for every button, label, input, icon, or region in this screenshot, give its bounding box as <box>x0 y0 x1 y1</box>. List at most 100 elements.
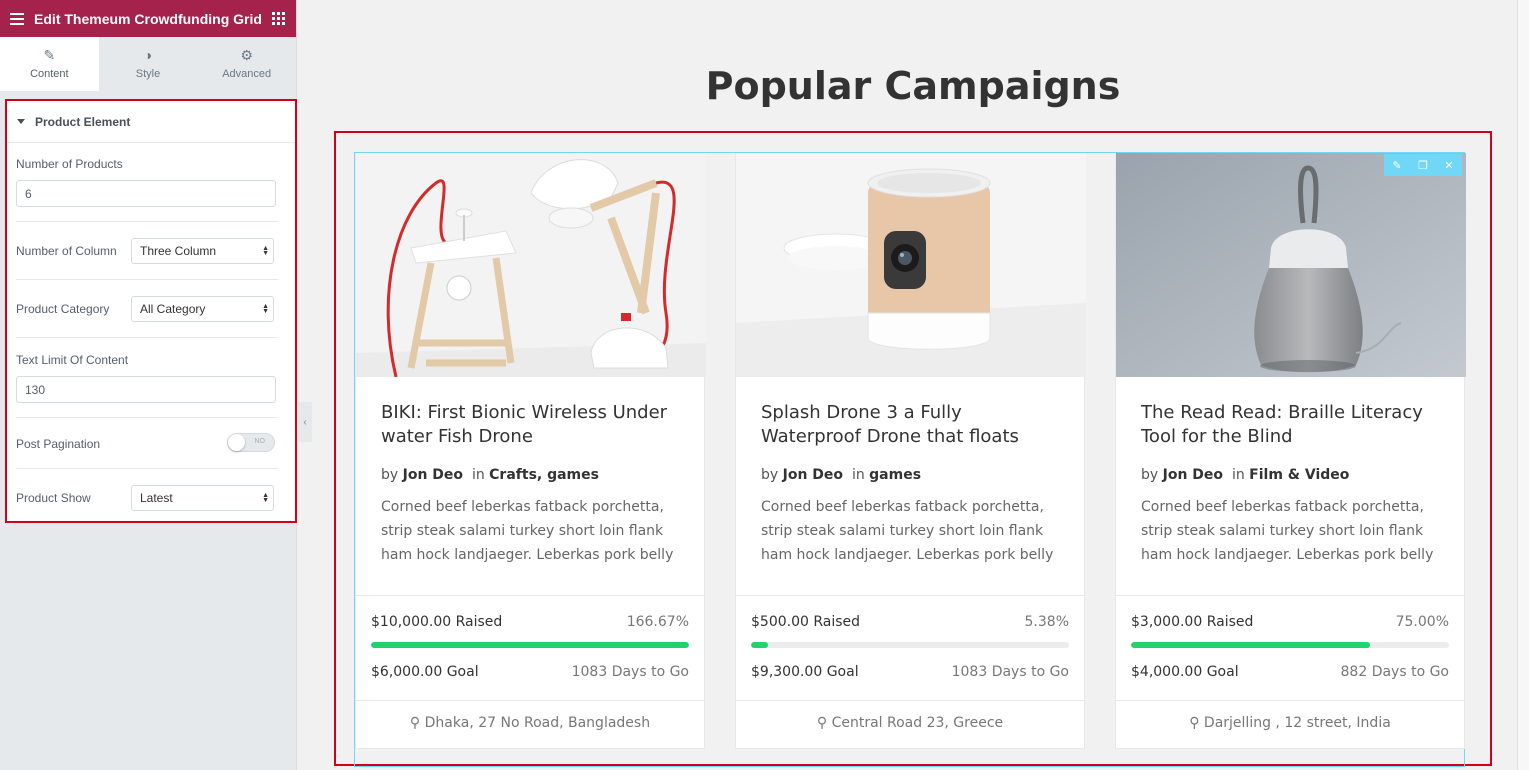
home-camera-image[interactable] <box>736 153 1086 377</box>
campaign-card: The Read Read: Braille Literacy Tool for… <box>1115 153 1466 749</box>
funded-percent: 75.00% <box>1395 614 1449 630</box>
campaign-title-link[interactable]: BIKI: First Bionic Wireless Under water … <box>381 401 679 455</box>
progress-bar <box>751 642 1069 648</box>
page-title: Popular Campaigns <box>705 64 1121 108</box>
category-link[interactable]: Film & Video <box>1249 467 1349 483</box>
panel-tabs: ✎ Content ◑ Style ⚙ Advanced <box>0 37 296 91</box>
location-text: Dhaka, 27 No Road, Bangladesh <box>424 715 651 731</box>
location-text: Darjelling , 12 street, India <box>1203 715 1391 731</box>
map-pin-icon: ⚲ <box>816 715 828 731</box>
pencil-icon: ✎ <box>1392 159 1402 172</box>
map-pin-icon: ⚲ <box>1189 715 1200 731</box>
campaign-description: Corned beef leberkas fatback porchetta, … <box>381 499 674 563</box>
campaign-meta: by Jon Deo in Film & Video <box>1141 467 1439 483</box>
in-label: in <box>851 467 865 483</box>
progress-bar <box>1131 642 1449 648</box>
section-header[interactable]: Product Element <box>7 101 295 143</box>
campaign-location: ⚲ Central Road 23, Greece <box>736 715 1084 731</box>
tab-style-label: Style <box>135 68 161 80</box>
product-category-select[interactable]: All Category ▲ ▼ <box>131 296 274 322</box>
select-arrows-icon: ▲ ▼ <box>262 492 269 504</box>
days-to-go: 1083 Days to Go <box>571 664 689 680</box>
duplicate-widget-button[interactable]: ❐ <box>1410 154 1436 176</box>
product-show-value: Latest <box>140 491 173 505</box>
days-to-go: 1083 Days to Go <box>951 664 1069 680</box>
campaign-stats: $500.00 Raised 5.38% $9,300.00 Goal 1083… <box>736 595 1084 701</box>
chevron-left-icon: ‹ <box>303 416 307 428</box>
desk-lamp-image[interactable] <box>356 153 706 377</box>
collapse-panel-handle[interactable]: ‹ <box>298 402 312 442</box>
raised-amount: $10,000.00 Raised <box>371 614 503 630</box>
author-link[interactable]: Jon Deo <box>403 467 463 483</box>
widget-toolbar: ✎ ❐ ✕ <box>1384 154 1462 176</box>
campaign-description: Corned beef leberkas fatback porchetta, … <box>1141 499 1434 563</box>
number-of-column-value: Three Column <box>140 244 217 258</box>
half-circle-icon: ◑ <box>143 47 153 63</box>
gear-icon: ⚙ <box>240 47 253 63</box>
author-link[interactable]: Jon Deo <box>783 467 843 483</box>
by-label: by <box>381 467 399 483</box>
raised-amount: $500.00 Raised <box>751 614 861 630</box>
number-of-column-select[interactable]: Three Column ▲ ▼ <box>131 238 274 264</box>
campaign-stats: $3,000.00 Raised 75.00% $4,000.00 Goal 8… <box>1116 595 1464 701</box>
campaign-stats: $10,000.00 Raised 166.67% $6,000.00 Goal… <box>356 595 704 701</box>
map-pin-icon: ⚲ <box>409 715 421 731</box>
text-limit-control: Text Limit Of Content <box>16 353 278 367</box>
product-element-section: Product Element Number of Products Numbe… <box>5 99 297 523</box>
progress-fill <box>371 642 689 648</box>
progress-bar <box>371 642 689 648</box>
funded-percent: 5.38% <box>1024 614 1069 630</box>
tab-advanced[interactable]: ⚙ Advanced <box>197 37 296 91</box>
tab-style[interactable]: ◑ Style <box>99 37 198 91</box>
campaign-meta: by Jon Deo in games <box>761 467 1059 483</box>
progress-fill <box>751 642 769 648</box>
in-label: in <box>1231 467 1245 483</box>
close-icon: ✕ <box>1444 159 1454 172</box>
select-arrows-icon: ▲ ▼ <box>262 303 269 315</box>
product-category-value: All Category <box>140 302 206 316</box>
select-arrows-icon: ▲ ▼ <box>262 245 269 257</box>
category-link[interactable]: games <box>869 467 921 483</box>
goal-amount: $4,000.00 Goal <box>1131 664 1239 680</box>
number-of-products-control: Number of Products <box>16 157 278 171</box>
menu-icon[interactable] <box>10 12 24 25</box>
panel-header: Edit Themeum Crowdfunding Grid <box>0 0 296 37</box>
by-label: by <box>761 467 779 483</box>
funded-percent: 166.67% <box>626 614 689 630</box>
vertical-scrollbar[interactable] <box>1517 0 1529 770</box>
campaign-meta: by Jon Deo in Crafts, games <box>381 467 679 483</box>
campaign-location: ⚲ Darjelling , 12 street, India <box>1116 715 1464 731</box>
campaign-description: Corned beef leberkas fatback porchetta, … <box>761 499 1054 563</box>
in-label: in <box>471 467 485 483</box>
number-of-products-input[interactable] <box>16 180 276 207</box>
campaign-title-link[interactable]: The Read Read: Braille Literacy Tool for… <box>1141 401 1439 455</box>
duplicate-icon: ❐ <box>1418 159 1428 172</box>
category-link[interactable]: Crafts, games <box>489 467 599 483</box>
section-title: Product Element <box>35 114 131 129</box>
divider <box>16 417 278 418</box>
text-limit-label: Text Limit Of Content <box>16 353 129 367</box>
author-link[interactable]: Jon Deo <box>1163 467 1223 483</box>
widgets-grid-icon[interactable] <box>272 11 286 26</box>
panel-title: Edit Themeum Crowdfunding Grid <box>34 10 262 27</box>
divider <box>16 468 278 469</box>
delete-widget-button[interactable]: ✕ <box>1436 154 1462 176</box>
campaign-location: ⚲ Dhaka, 27 No Road, Bangladesh <box>356 715 704 731</box>
divider <box>16 221 278 222</box>
number-of-products-label: Number of Products <box>16 157 123 171</box>
text-limit-input[interactable] <box>16 376 276 403</box>
location-text: Central Road 23, Greece <box>831 715 1004 731</box>
smart-speaker-image[interactable] <box>1116 153 1466 377</box>
product-show-select[interactable]: Latest ▲ ▼ <box>131 485 274 511</box>
tab-content[interactable]: ✎ Content <box>0 37 99 91</box>
tab-advanced-label: Advanced <box>222 68 272 80</box>
post-pagination-toggle[interactable]: NO <box>227 433 275 452</box>
progress-fill <box>1131 642 1370 648</box>
edit-widget-button[interactable]: ✎ <box>1384 154 1410 176</box>
days-to-go: 882 Days to Go <box>1340 664 1449 680</box>
goal-amount: $9,300.00 Goal <box>751 664 859 680</box>
campaign-title-link[interactable]: Splash Drone 3 a Fully Waterproof Drone … <box>761 401 1059 455</box>
caret-down-icon <box>17 119 25 124</box>
tab-content-label: Content <box>30 68 69 80</box>
divider <box>16 279 278 280</box>
